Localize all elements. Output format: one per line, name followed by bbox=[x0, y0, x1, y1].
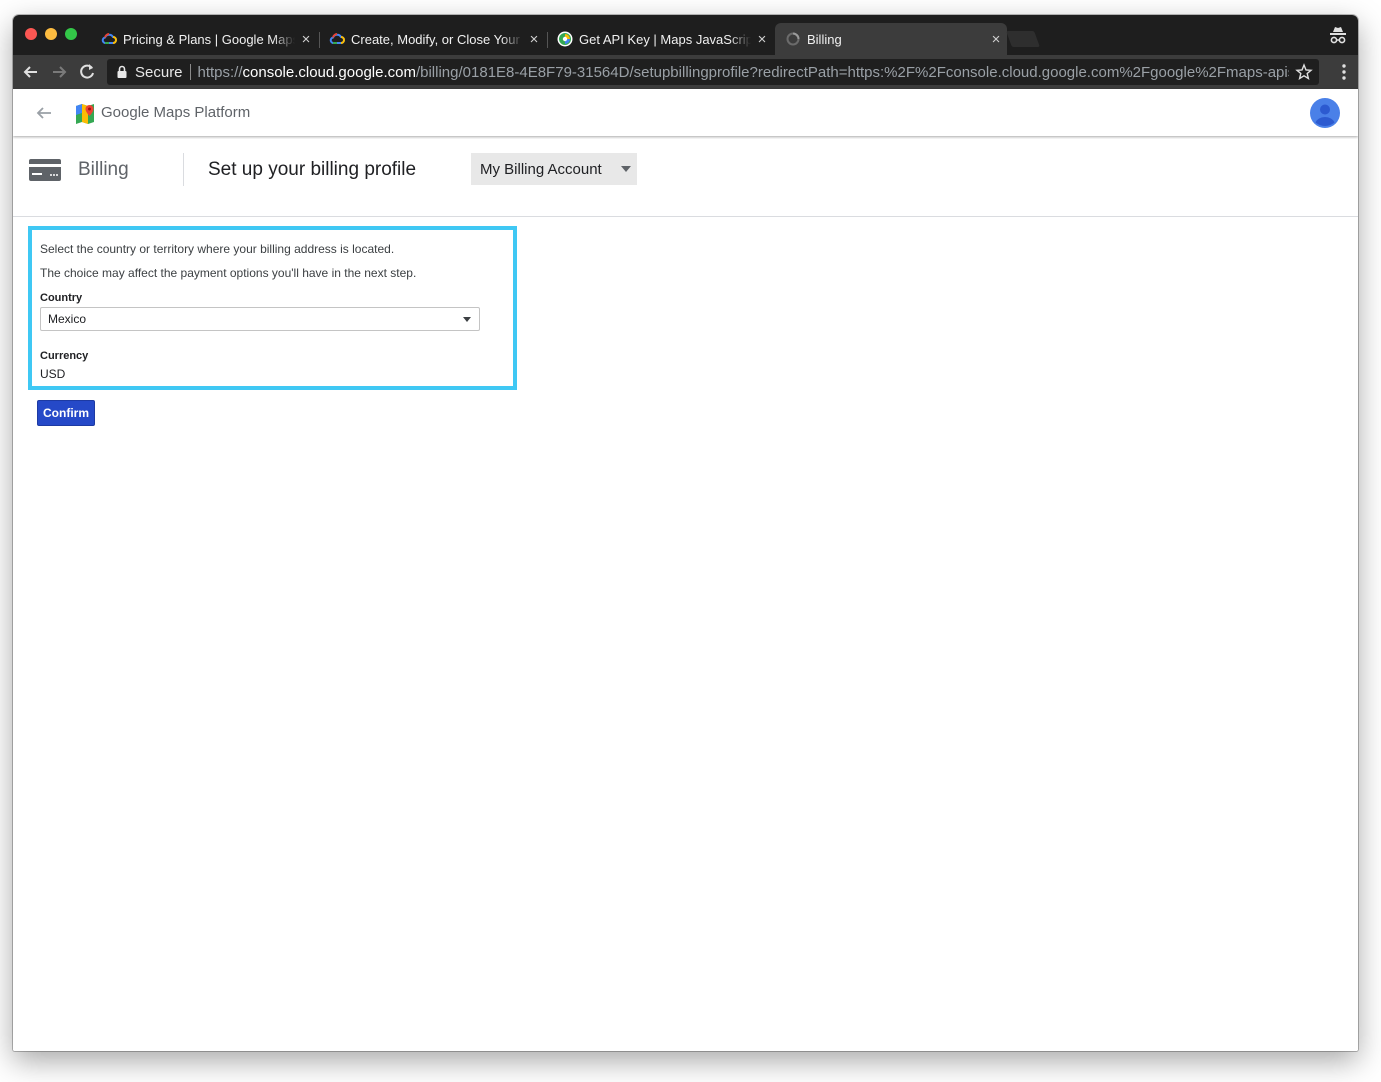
close-tab-icon[interactable]: × bbox=[751, 31, 773, 48]
back-arrow-icon[interactable] bbox=[35, 104, 53, 122]
reload-icon[interactable] bbox=[77, 62, 97, 82]
back-icon[interactable] bbox=[21, 62, 41, 82]
tab-billing-account-help[interactable]: Create, Modify, or Close Your Billing Ac… bbox=[319, 23, 545, 55]
tab-title: Pricing & Plans | Google Maps bbox=[123, 31, 295, 47]
brand-product: Maps Platform bbox=[149, 104, 251, 121]
app-brand[interactable]: Google Maps Platform bbox=[101, 104, 250, 121]
brand-google: Google bbox=[101, 104, 150, 121]
chevron-down-icon bbox=[621, 166, 631, 172]
browser-toolbar: Secure https://console.cloud.google.com /… bbox=[13, 55, 1358, 89]
tab-pricing-plans[interactable]: Pricing & Plans | Google Maps × bbox=[91, 23, 317, 55]
maximize-window-button[interactable] bbox=[65, 28, 77, 40]
browser-window: Pricing & Plans | Google Maps × Create, … bbox=[13, 15, 1358, 1051]
close-window-button[interactable] bbox=[25, 28, 37, 40]
tab-get-api-key[interactable]: Get API Key | Maps JavaScript API × bbox=[547, 23, 773, 55]
tab-title: Create, Modify, or Close Your Billing Ac… bbox=[351, 31, 523, 47]
currency-value: USD bbox=[40, 367, 66, 381]
dropdown-arrow-icon bbox=[463, 316, 471, 322]
google-maps-api-icon bbox=[557, 31, 573, 47]
close-tab-icon[interactable]: × bbox=[295, 31, 317, 48]
secure-label: Secure bbox=[135, 63, 183, 81]
page-subheader: Billing Set up your billing profile My B… bbox=[13, 139, 1358, 217]
page-title: Set up your billing profile bbox=[208, 159, 417, 180]
bookmark-star-icon[interactable] bbox=[1295, 63, 1313, 81]
page-content: Google Maps Platform Billing Set up your… bbox=[13, 89, 1358, 1051]
app-bar: Google Maps Platform bbox=[13, 89, 1358, 136]
section-title: Billing bbox=[78, 159, 129, 180]
account-avatar[interactable] bbox=[1310, 98, 1340, 128]
address-divider bbox=[189, 64, 191, 80]
confirm-button[interactable]: Confirm bbox=[37, 400, 95, 426]
url-path: /billing/0181E8-4E8F79-31564D/setupbilli… bbox=[415, 63, 1289, 81]
browser-menu-icon[interactable] bbox=[1342, 63, 1346, 81]
google-cloud-icon bbox=[329, 33, 345, 44]
forward-icon[interactable] bbox=[49, 62, 69, 82]
close-tab-icon[interactable]: × bbox=[985, 31, 1007, 48]
tab-strip: Pricing & Plans | Google Maps × Create, … bbox=[13, 15, 1358, 55]
loading-icon bbox=[786, 32, 800, 46]
form-intro-line-1: Select the country or territory where yo… bbox=[40, 242, 395, 256]
address-bar[interactable]: Secure https://console.cloud.google.com /… bbox=[107, 59, 1319, 85]
tab-title: Get API Key | Maps JavaScript API bbox=[579, 31, 751, 47]
close-tab-icon[interactable]: × bbox=[523, 31, 545, 48]
url-host: console.cloud.google.com bbox=[242, 63, 416, 81]
incognito-icon bbox=[1330, 27, 1346, 44]
header-divider bbox=[183, 153, 184, 186]
tab-billing[interactable]: Billing × bbox=[775, 23, 1007, 55]
google-maps-logo-icon bbox=[76, 104, 94, 124]
country-select[interactable]: Mexico bbox=[40, 307, 480, 331]
credit-card-icon bbox=[29, 159, 61, 181]
tab-title: Billing bbox=[807, 31, 842, 47]
lock-icon bbox=[117, 65, 127, 78]
url-scheme: https:// bbox=[197, 63, 243, 81]
country-label: Country bbox=[40, 292, 83, 304]
billing-account-value: My Billing Account bbox=[480, 160, 602, 178]
new-tab-button[interactable] bbox=[1006, 31, 1040, 47]
form-intro-line-2: The choice may affect the payment option… bbox=[40, 266, 417, 280]
currency-label: Currency bbox=[40, 350, 89, 362]
minimize-window-button[interactable] bbox=[45, 28, 57, 40]
google-cloud-icon bbox=[101, 33, 117, 44]
billing-account-select[interactable]: My Billing Account bbox=[471, 153, 637, 185]
country-value: Mexico bbox=[48, 312, 87, 326]
billing-country-form: Select the country or territory where yo… bbox=[28, 226, 517, 390]
